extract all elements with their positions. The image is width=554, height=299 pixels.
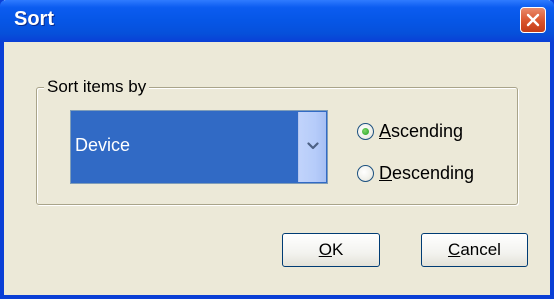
ascending-radio-option[interactable]: Ascending (357, 121, 463, 142)
sort-field-value: Device (75, 135, 131, 155)
close-button[interactable] (520, 7, 546, 33)
chevron-down-icon (306, 138, 319, 156)
dialog-title: Sort (14, 8, 54, 30)
ascending-label: Ascending (379, 121, 464, 141)
dropdown-button[interactable] (298, 112, 326, 182)
ascending-radio[interactable] (357, 123, 374, 140)
groupbox-legend: Sort items by (44, 77, 150, 97)
radio-selected-dot (362, 128, 369, 135)
ok-button[interactable]: OK (282, 233, 380, 267)
sort-field-select[interactable]: Device (70, 110, 328, 184)
descending-label: Descending (379, 163, 475, 183)
title-bar[interactable]: Sort (0, 0, 554, 42)
descending-radio[interactable] (357, 165, 374, 182)
descending-radio-option[interactable]: Descending (357, 163, 474, 184)
cancel-button[interactable]: Cancel (421, 233, 528, 267)
close-icon (526, 13, 540, 27)
